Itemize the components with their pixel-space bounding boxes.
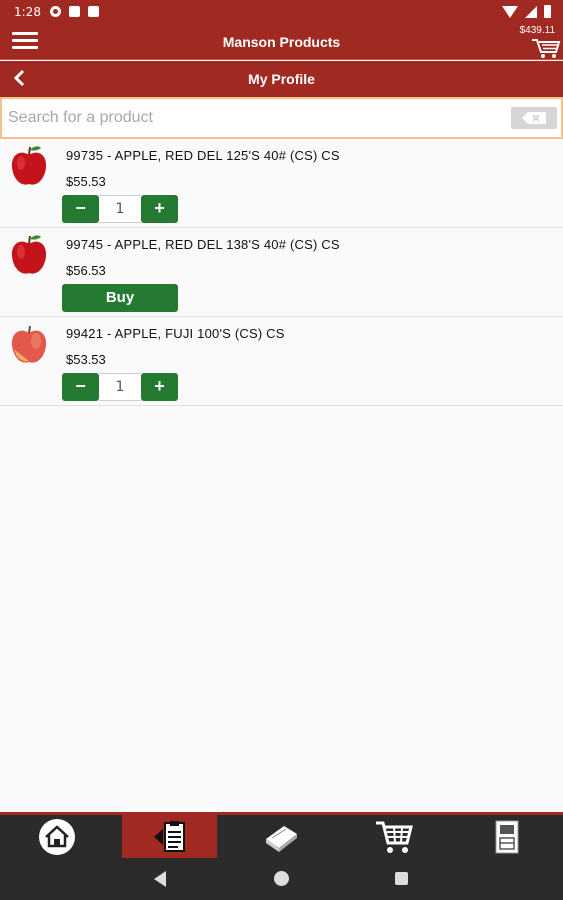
page-header: My Profile [0,61,563,97]
product-name[interactable]: 99735 - APPLE, RED DEL 125'S 40# (CS) CS [66,148,340,163]
battery-icon [544,5,551,18]
increase-quantity-button[interactable]: + [141,195,178,223]
settings-notification-icon [50,6,61,17]
app-title: Manson Products [222,34,341,50]
cart-total-button[interactable]: $439.11 [505,25,555,36]
nav-account[interactable] [459,815,554,858]
backspace-icon [522,112,546,124]
list-item: 99735 - APPLE, RED DEL 125'S 40# (CS) CS… [0,139,563,228]
system-nav-bar [0,858,563,900]
nav-catalog[interactable] [233,815,328,858]
red-delicious-apple-icon [11,235,47,274]
list-item: 99421 - APPLE, FUJI 100'S (CS) CS $53.53… [0,317,563,406]
notification-icons [50,6,99,17]
sd-card-icon [88,6,99,17]
status-time: 1:28 [14,5,41,19]
system-home-icon[interactable] [274,871,289,886]
nav-order-guide[interactable] [122,815,217,858]
bottom-nav [0,812,563,858]
cart-icon[interactable] [531,37,561,59]
system-status-icons [502,5,551,18]
clear-search-button[interactable] [511,107,557,129]
search-bar [0,97,563,139]
system-recents-icon[interactable] [395,872,408,885]
search-input[interactable] [8,105,498,131]
nav-cart[interactable] [346,815,441,858]
red-delicious-apple-icon [11,146,47,185]
cart-icon [375,821,413,853]
quantity-stepper: − 1 + [62,373,178,401]
quantity-stepper: − 1 + [62,195,178,223]
nav-home[interactable] [9,815,104,858]
catalog-book-icon [265,825,297,852]
account-icon [495,820,518,853]
app-bar: Manson Products $439.11 [0,24,563,60]
home-icon [38,818,75,855]
order-guide-icon [153,820,185,852]
decrease-quantity-button[interactable]: − [62,373,99,401]
product-name[interactable]: 99421 - APPLE, FUJI 100'S (CS) CS [66,326,285,341]
product-price: $56.53 [66,263,106,278]
app-notification-icon [69,6,80,17]
status-bar: 1:28 [0,0,563,24]
product-price: $55.53 [66,174,106,189]
wifi-icon [502,5,518,18]
list-item: 99745 - APPLE, RED DEL 138'S 40# (CS) CS… [0,228,563,317]
system-back-icon[interactable] [154,871,166,887]
quantity-value[interactable]: 1 [99,195,141,223]
buy-button[interactable]: Buy [62,284,178,312]
product-price: $53.53 [66,352,106,367]
cart-total-amount: $439.11 [519,25,555,36]
product-list: 99735 - APPLE, RED DEL 125'S 40# (CS) CS… [0,139,563,406]
page-title: My Profile [248,71,315,87]
decrease-quantity-button[interactable]: − [62,195,99,223]
product-name[interactable]: 99745 - APPLE, RED DEL 138'S 40# (CS) CS [66,237,340,252]
quantity-value[interactable]: 1 [99,373,141,401]
fuji-apple-icon [11,325,47,363]
increase-quantity-button[interactable]: + [141,373,178,401]
signal-icon [525,5,537,18]
